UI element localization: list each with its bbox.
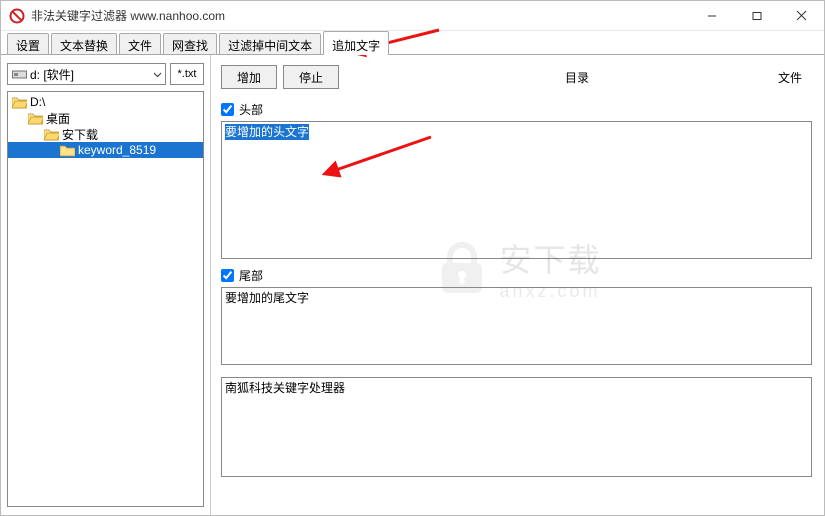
dir-column-label: 目录 — [565, 69, 589, 86]
tail-section: 尾部 要增加的尾文字 — [221, 267, 812, 365]
tree-label: D:\ — [30, 95, 45, 109]
maximize-button[interactable] — [734, 1, 779, 30]
content-area: d: [软件] *.txt D:\ 桌面 — [1, 55, 824, 515]
tree-node-desktop[interactable]: 桌面 — [8, 110, 203, 126]
app-icon — [9, 8, 25, 24]
head-checkbox-label: 头部 — [239, 101, 263, 118]
window-controls — [689, 1, 824, 30]
head-text-selected: 要增加的头文字 — [225, 124, 309, 140]
title-bar: 非法关键字过滤器 www.nanhoo.com — [1, 1, 824, 31]
left-panel: d: [软件] *.txt D:\ 桌面 — [1, 55, 211, 515]
drive-row: d: [软件] *.txt — [7, 63, 204, 85]
tree-label: 桌面 — [46, 110, 70, 127]
toolbar: 增加 停止 目录 文件 — [221, 63, 812, 91]
column-headers: 目录 文件 — [345, 69, 812, 86]
tail-checkbox-label: 尾部 — [239, 267, 263, 284]
file-column-label: 文件 — [778, 69, 802, 86]
ext-filter-box[interactable]: *.txt — [170, 63, 204, 85]
drive-select[interactable]: d: [软件] — [7, 63, 166, 85]
head-textarea[interactable]: 要增加的头文字 — [221, 121, 812, 259]
folder-open-icon — [12, 96, 27, 109]
drive-selected-label: d: [软件] — [30, 66, 74, 83]
tail-checkbox[interactable] — [221, 269, 234, 282]
tree-label: 安下载 — [62, 126, 98, 143]
tree-node-root[interactable]: D:\ — [8, 94, 203, 110]
tail-text: 要增加的尾文字 — [225, 291, 309, 305]
folder-open-icon — [44, 128, 59, 141]
bottom-textarea[interactable]: 南狐科技关键字处理器 — [221, 377, 812, 477]
disk-icon — [12, 69, 27, 80]
right-panel: 增加 停止 目录 文件 头部 要增加的头文字 尾部 要增加的尾文字 — [211, 55, 824, 515]
tab-settings[interactable]: 设置 — [7, 33, 49, 54]
minimize-button[interactable] — [689, 1, 734, 30]
add-button[interactable]: 增加 — [221, 65, 277, 89]
tree-node-keyword[interactable]: keyword_8519 — [8, 142, 203, 158]
tail-textarea[interactable]: 要增加的尾文字 — [221, 287, 812, 365]
tree-node-download[interactable]: 安下载 — [8, 126, 203, 142]
stop-button[interactable]: 停止 — [283, 65, 339, 89]
tab-file[interactable]: 文件 — [119, 33, 161, 54]
folder-closed-icon — [60, 144, 75, 157]
tab-filter-middle[interactable]: 过滤掉中间文本 — [219, 33, 321, 54]
close-button[interactable] — [779, 1, 824, 30]
tab-web-search[interactable]: 网查找 — [163, 33, 217, 54]
chevron-down-icon — [153, 67, 162, 81]
tail-checkbox-row[interactable]: 尾部 — [221, 267, 812, 284]
tab-bar: 设置 文本替换 文件 网查找 过滤掉中间文本 追加文字 — [1, 31, 824, 55]
folder-tree[interactable]: D:\ 桌面 安下载 keyword_8519 — [7, 91, 204, 507]
tab-text-replace[interactable]: 文本替换 — [51, 33, 117, 54]
window-title: 非法关键字过滤器 www.nanhoo.com — [31, 7, 689, 24]
head-checkbox-row[interactable]: 头部 — [221, 101, 812, 118]
head-checkbox[interactable] — [221, 103, 234, 116]
head-section: 头部 要增加的头文字 — [221, 101, 812, 259]
bottom-text: 南狐科技关键字处理器 — [225, 381, 345, 395]
bottom-section: 南狐科技关键字处理器 — [221, 377, 812, 477]
folder-open-icon — [28, 112, 43, 125]
tab-append-text[interactable]: 追加文字 — [323, 31, 389, 54]
tree-label: keyword_8519 — [78, 143, 156, 157]
